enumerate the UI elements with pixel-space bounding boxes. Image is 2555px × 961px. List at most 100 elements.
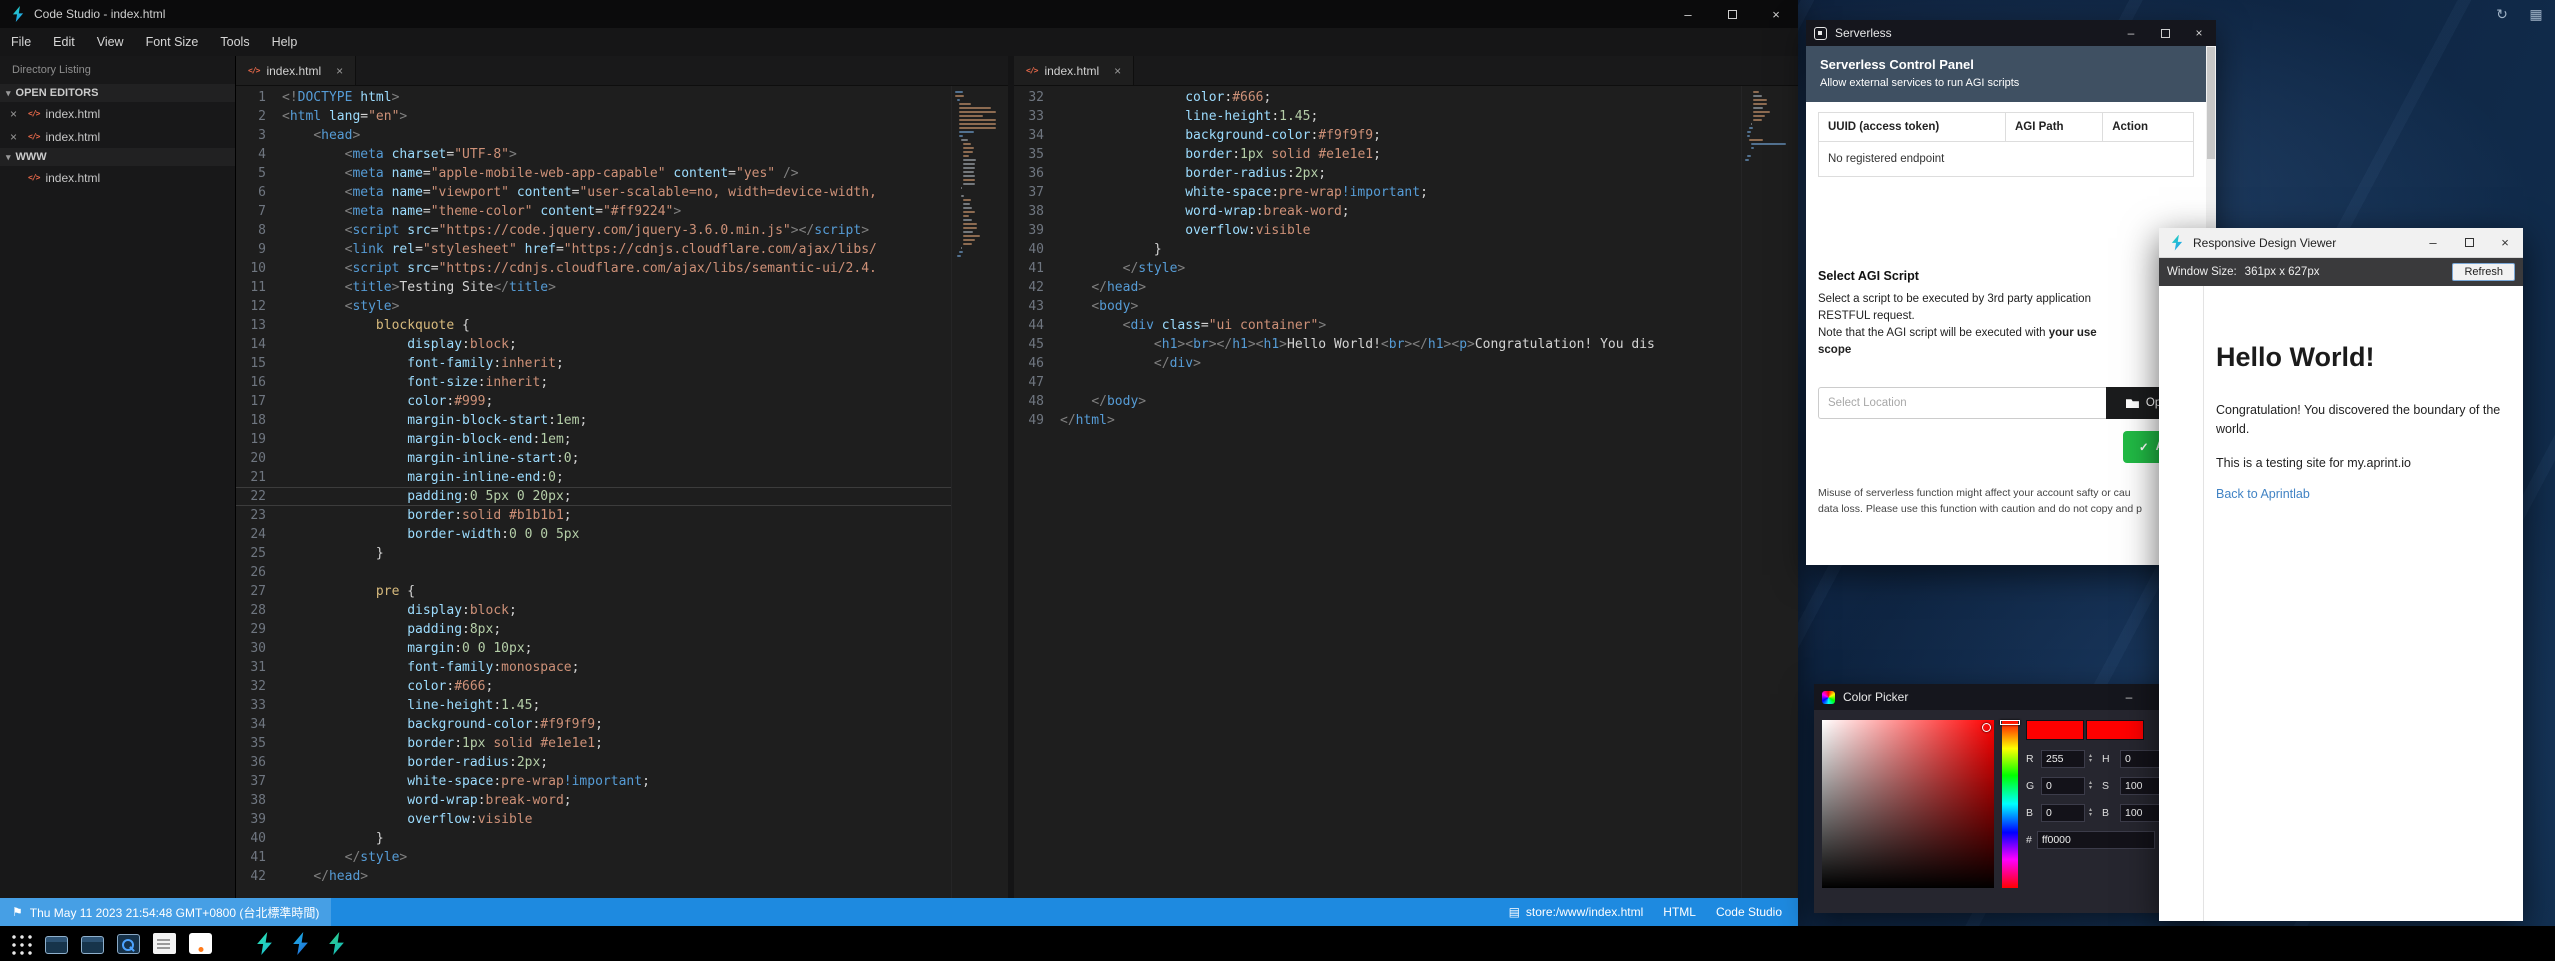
code-text[interactable]: font-size:inherit; — [282, 373, 951, 392]
menu-view[interactable]: View — [86, 28, 135, 56]
code-text[interactable]: margin-block-start:1em; — [282, 411, 951, 430]
code-text[interactable]: background-color:#f9f9f9; — [282, 715, 951, 734]
code-text[interactable]: </body> — [1060, 392, 1741, 411]
b-stepper[interactable]: ▴▾ — [2089, 808, 2098, 818]
code-text[interactable]: pre { — [282, 582, 951, 601]
status-file-item[interactable]: ▤ store:/www/index.html — [1509, 905, 1644, 919]
minimize-icon[interactable]: – — [2112, 684, 2146, 710]
code-text[interactable]: </html> — [1060, 411, 1741, 430]
code-text[interactable]: display:block; — [282, 335, 951, 354]
minimap[interactable] — [1741, 86, 1798, 898]
s-value-input[interactable] — [2120, 777, 2164, 795]
code-text[interactable]: color:#666; — [282, 677, 951, 696]
notes-app-icon[interactable] — [153, 933, 176, 954]
minimize-icon[interactable]: – — [2415, 228, 2451, 257]
code-text[interactable]: border-width:0 0 0 5px — [282, 525, 951, 544]
sidebar-section-open-editors[interactable]: ▾OPEN EDITORS — [0, 84, 235, 102]
previous-color-swatch[interactable] — [2086, 720, 2144, 740]
code-text[interactable]: background-color:#f9f9f9; — [1060, 126, 1741, 145]
code-text[interactable]: margin-inline-end:0; — [282, 468, 951, 487]
color-picker-title-bar[interactable]: Color Picker – × — [1814, 684, 2214, 710]
file-manager-icon[interactable] — [45, 936, 68, 954]
code-text[interactable]: border:1px solid #e1e1e1; — [282, 734, 951, 753]
h-value-input[interactable] — [2120, 750, 2164, 768]
hex-input[interactable] — [2037, 831, 2155, 849]
code-text[interactable]: </style> — [1060, 259, 1741, 278]
code-text[interactable]: padding:0 5px 0 20px; — [282, 487, 951, 506]
code-text[interactable]: <link rel="stylesheet" href="https://cdn… — [282, 240, 951, 259]
code-text[interactable] — [1060, 373, 1741, 392]
code-text[interactable]: overflow:visible — [1060, 221, 1741, 240]
code-text[interactable]: word-wrap:break-word; — [1060, 202, 1741, 221]
current-color-swatch[interactable] — [2026, 720, 2084, 740]
saturation-brightness-field[interactable] — [1822, 720, 1994, 888]
code-text[interactable]: <script src="https://code.jquery.com/jqu… — [282, 221, 951, 240]
terminal-app-icon[interactable] — [81, 936, 104, 954]
code-text[interactable]: </head> — [1060, 278, 1741, 297]
code-text[interactable]: </style> — [282, 848, 951, 867]
code-text[interactable]: color:#999; — [282, 392, 951, 411]
close-icon[interactable]: × — [10, 107, 22, 121]
code-text[interactable]: <style> — [282, 297, 951, 316]
code-text[interactable]: } — [1060, 240, 1741, 259]
code-text[interactable]: <meta name="viewport" content="user-scal… — [282, 183, 951, 202]
code-text[interactable]: <meta charset="UTF-8"> — [282, 145, 951, 164]
code-studio-taskbar-icon-2[interactable] — [289, 932, 312, 955]
minimize-icon[interactable]: – — [2114, 20, 2148, 46]
code-text[interactable]: <html lang="en"> — [282, 107, 951, 126]
stepper-down-icon[interactable]: ▾ — [2089, 786, 2098, 791]
code-text[interactable]: line-height:1.45; — [1060, 107, 1741, 126]
window-size-value[interactable]: 361px x 627px — [2245, 266, 2320, 278]
code-text[interactable]: margin:0 0 10px; — [282, 639, 951, 658]
code-text[interactable]: margin-inline-start:0; — [282, 449, 951, 468]
b-value-input[interactable] — [2120, 804, 2164, 822]
sidebar-item-index.html[interactable]: ×</>index.html — [0, 125, 235, 148]
code-text[interactable]: white-space:pre-wrap!important; — [282, 772, 951, 791]
hue-slider[interactable] — [2002, 720, 2018, 888]
code-text[interactable]: line-height:1.45; — [282, 696, 951, 715]
code-lines[interactable]: 1<!DOCTYPE html>2<html lang="en">3 <head… — [236, 86, 951, 898]
code-text[interactable]: <meta name="apple-mobile-web-app-capable… — [282, 164, 951, 183]
code-text[interactable]: overflow:visible — [282, 810, 951, 829]
close-icon[interactable]: × — [2182, 20, 2216, 46]
maximize-icon[interactable] — [2451, 228, 2487, 257]
menu-font-size[interactable]: Font Size — [135, 28, 210, 56]
sidebar-section-www[interactable]: ▾WWW — [0, 148, 235, 166]
app-launcher-icon[interactable] — [10, 933, 32, 955]
maximize-icon[interactable] — [1710, 0, 1754, 28]
status-clock-item[interactable]: ⚑ Thu May 11 2023 21:54:48 GMT+0800 (台北標… — [0, 898, 331, 926]
tab-close-icon[interactable]: × — [1114, 64, 1121, 78]
script-location-input[interactable] — [1818, 387, 2106, 419]
code-text[interactable]: white-space:pre-wrap!important; — [1060, 183, 1741, 202]
code-text[interactable]: </div> — [1060, 354, 1741, 373]
menu-tools[interactable]: Tools — [209, 28, 260, 56]
r-value-input[interactable] — [2041, 750, 2085, 768]
code-text[interactable]: font-family:monospace; — [282, 658, 951, 677]
back-to-aprintlab-link[interactable]: Back to Aprintlab — [2216, 487, 2516, 501]
refresh-button[interactable]: Refresh — [2452, 263, 2515, 281]
serverless-title-bar[interactable]: Serverless – × — [1806, 20, 2216, 46]
code-text[interactable]: margin-block-end:1em; — [282, 430, 951, 449]
code-studio-taskbar-icon-3[interactable] — [325, 932, 348, 955]
code-text[interactable]: <title>Testing Site</title> — [282, 278, 951, 297]
status-app-name[interactable]: Code Studio — [1716, 905, 1782, 919]
apps-tray-icon[interactable]: ▦ — [2527, 6, 2545, 23]
menu-file[interactable]: File — [0, 28, 42, 56]
code-text[interactable]: <script src="https://cdnjs.cloudflare.co… — [282, 259, 951, 278]
code-text[interactable]: word-wrap:break-word; — [282, 791, 951, 810]
stepper-down-icon[interactable]: ▾ — [2089, 813, 2098, 818]
code-text[interactable]: border:solid #b1b1b1; — [282, 506, 951, 525]
g-stepper[interactable]: ▴▾ — [2089, 781, 2098, 791]
tab-close-icon[interactable]: × — [336, 64, 343, 78]
code-text[interactable]: display:block; — [282, 601, 951, 620]
close-icon[interactable]: × — [10, 130, 22, 144]
hue-slider-thumb[interactable] — [2000, 720, 2020, 725]
code-text[interactable]: padding:8px; — [282, 620, 951, 639]
close-icon[interactable]: × — [1754, 0, 1798, 28]
code-text[interactable]: <h1><br></h1><h1>Hello World!<br></h1><p… — [1060, 335, 1741, 354]
code-text[interactable]: border:1px solid #e1e1e1; — [1060, 145, 1741, 164]
code-text[interactable]: <meta name="theme-color" content="#ff922… — [282, 202, 951, 221]
code-text[interactable]: <!DOCTYPE html> — [282, 88, 951, 107]
minimap[interactable] — [951, 86, 1008, 898]
r-stepper[interactable]: ▴▾ — [2089, 754, 2098, 764]
